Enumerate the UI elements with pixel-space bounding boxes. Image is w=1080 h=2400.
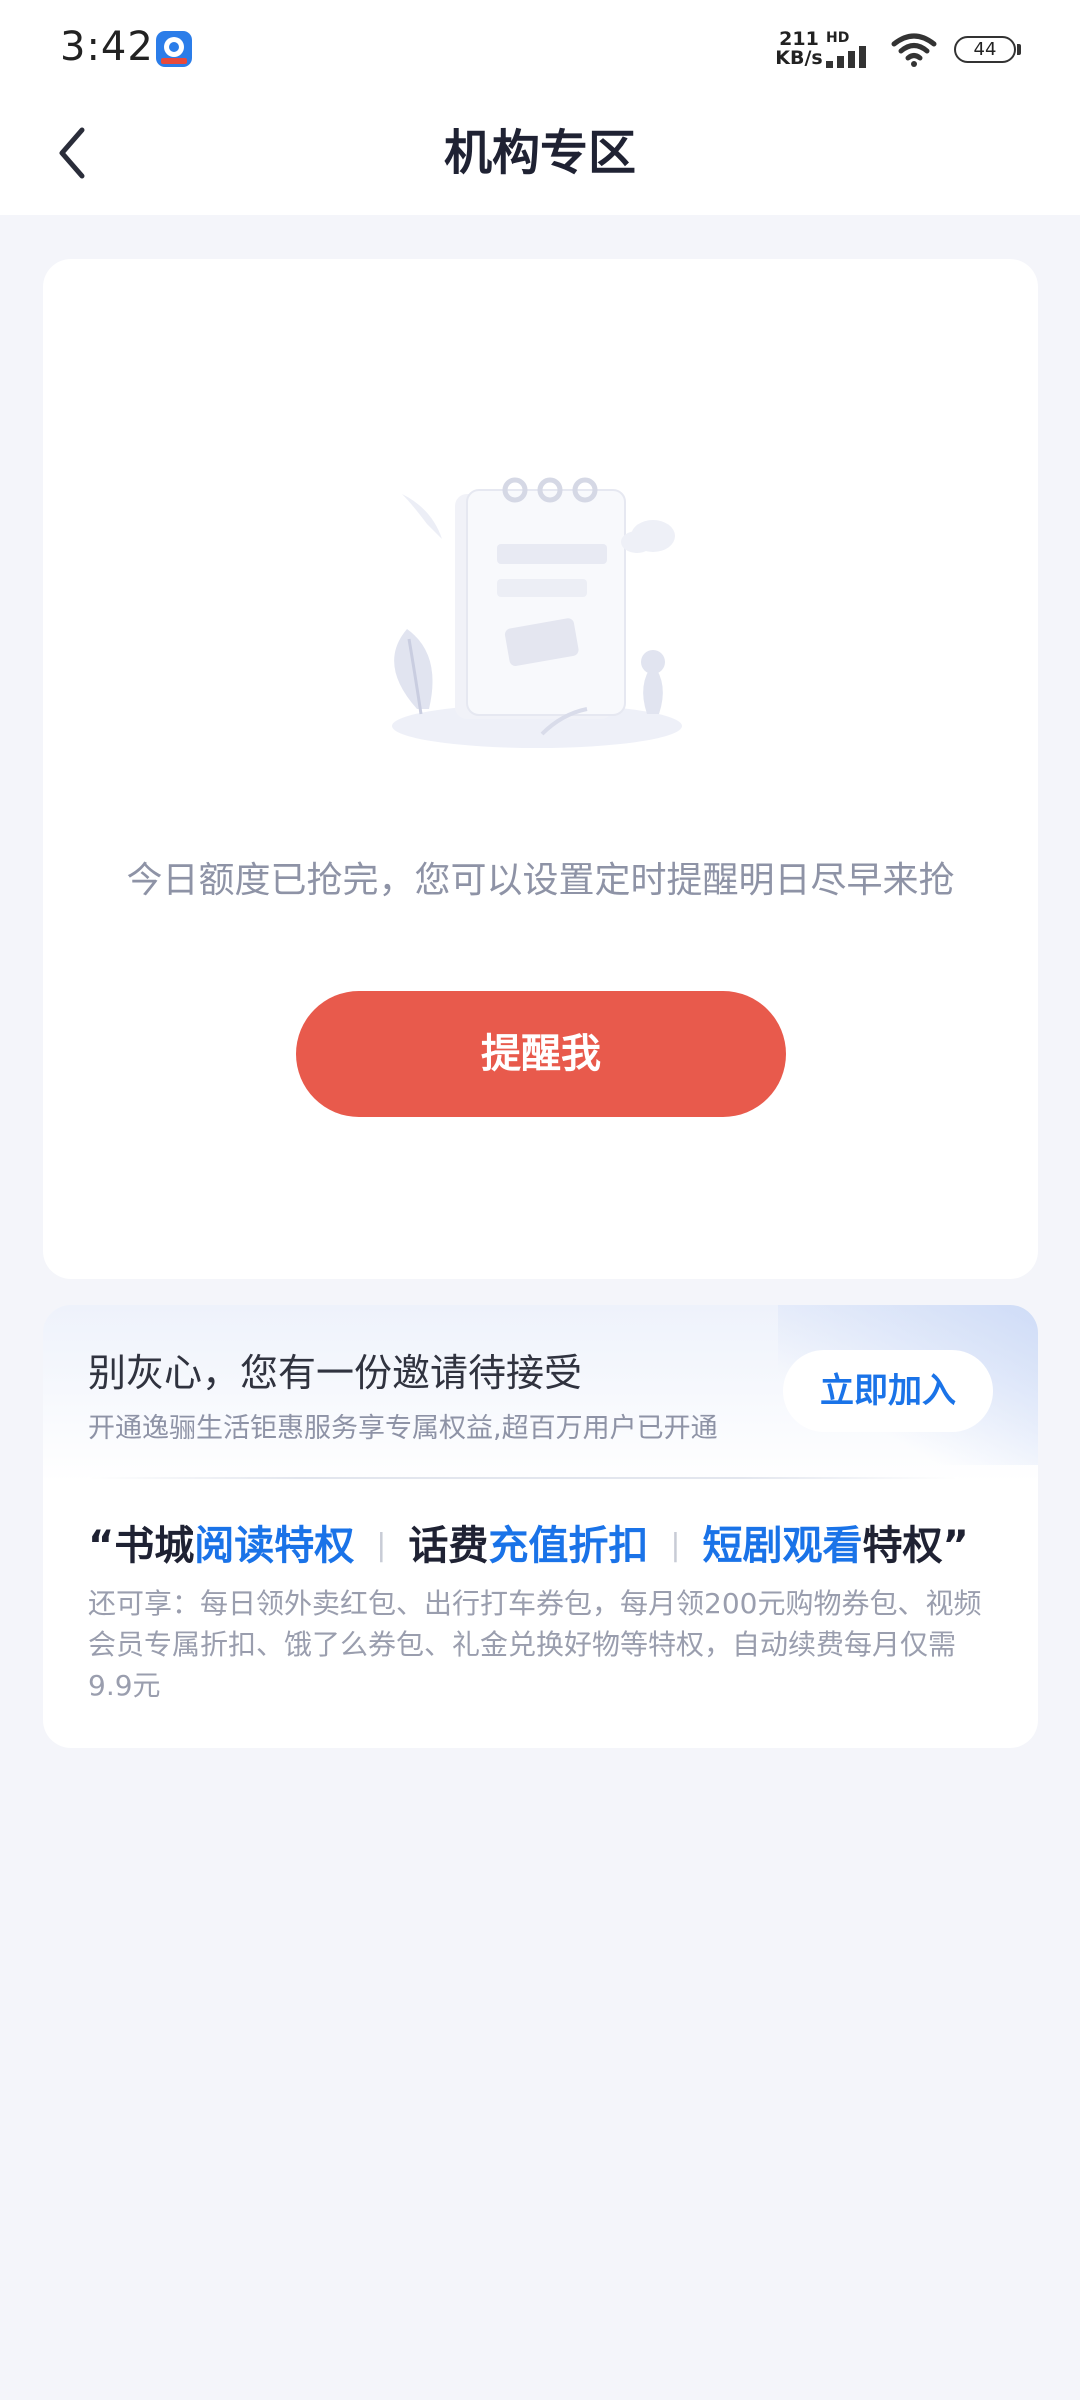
perks-line: “书城阅读特权 | 话费充值折扣 | 短剧观看特权” [88, 1513, 1008, 1571]
empty-state-message: 今日额度已抢完，您可以设置定时提醒明日尽早来抢 [126, 860, 955, 901]
invite-card: 别灰心，您有一份邀请待接受 开通逸骊生活钜惠服务享专属权益,超百万用户已开通 立… [43, 1305, 1038, 1748]
invite-subtitle: 开通逸骊生活钜惠服务享专属权益,超百万用户已开通 [88, 1413, 718, 1444]
app-logo-icon [156, 31, 192, 67]
hd-label: HD [826, 30, 850, 46]
perk-3-suffix: 特权 [862, 1523, 943, 1569]
perk-separator-1: | [376, 1528, 387, 1563]
status-bar: 3:42 211 KB/s HD 44 [0, 0, 1080, 100]
perks-close-quote: ” [942, 1523, 969, 1569]
join-now-button[interactable]: 立即加入 [783, 1350, 993, 1432]
net-speed-unit: KB/s [775, 47, 823, 69]
perk-1-prefix: 书城 [114, 1523, 195, 1569]
status-time: 3:42 [60, 24, 154, 70]
more-benefits-text: 还可享：每日领外卖红包、出行打车券包，每月领200元购物券包、视频会员专属折扣、… [88, 1587, 982, 1702]
divider [88, 1477, 958, 1479]
page-title: 机构专区 [443, 125, 636, 181]
battery-tip [1017, 44, 1021, 55]
empty-notepad-illustration [392, 477, 682, 748]
empty-state-card: 今日额度已抢完，您可以设置定时提醒明日尽早来抢 提醒我 [43, 259, 1038, 1279]
perk-2-prefix: 话费 [408, 1523, 489, 1569]
perk-1-highlight: 阅读特权 [194, 1523, 355, 1569]
wifi-icon [891, 33, 937, 67]
invite-title: 别灰心，您有一份邀请待接受 [88, 1351, 583, 1395]
remind-me-button[interactable]: 提醒我 [296, 991, 786, 1117]
perk-3-highlight: 短剧观看 [702, 1523, 863, 1569]
perk-separator-2: | [670, 1528, 681, 1563]
perks-open-quote: “ [88, 1523, 115, 1569]
net-speed: 211 KB/s [772, 30, 826, 68]
perk-2-highlight: 充值折扣 [488, 1523, 649, 1569]
signal-icon [826, 46, 866, 68]
battery-icon: 44 [954, 36, 1016, 63]
